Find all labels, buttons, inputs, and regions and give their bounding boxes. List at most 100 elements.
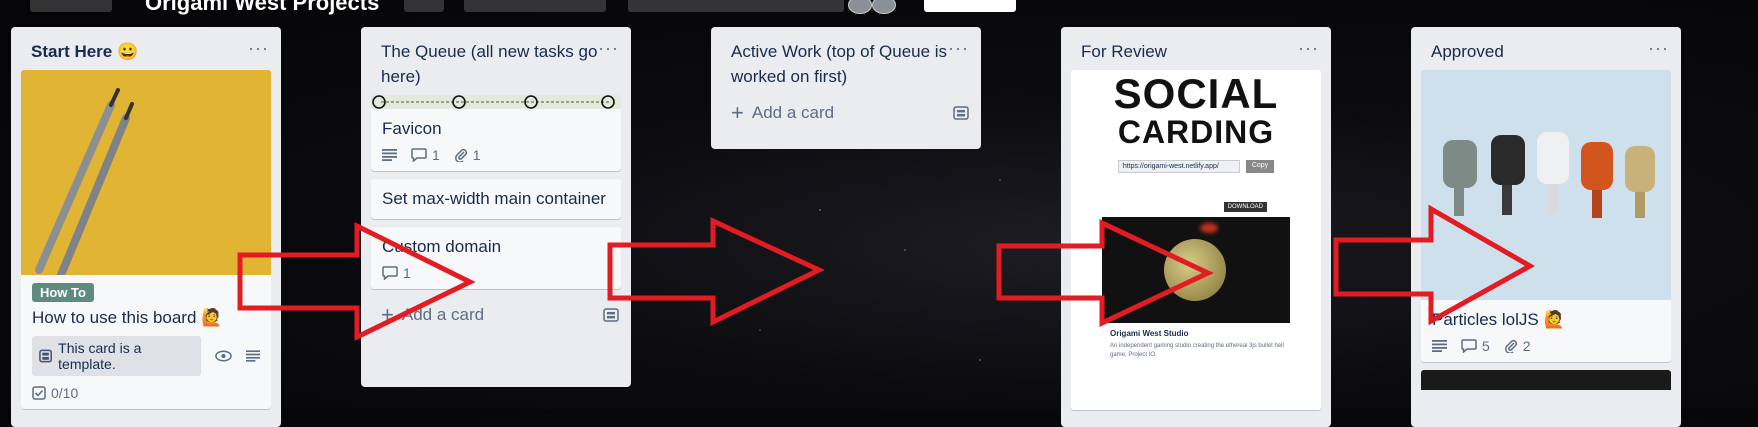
list-header: Start Here 😀 ··· (11, 27, 281, 70)
board-header: Origami West Projects (0, 0, 1758, 16)
card-favicon[interactable]: Favicon 1 1 (371, 95, 621, 171)
gloves-image (1421, 70, 1671, 300)
card-cover-image (21, 70, 271, 275)
attachments-badge: 2 (1504, 338, 1531, 354)
paperclip-icon (454, 148, 467, 162)
description-icon (1432, 340, 1447, 352)
list-title[interactable]: The Queue (all new tasks go here) (381, 39, 598, 89)
create-from-template-icon[interactable] (953, 106, 969, 120)
list-title[interactable]: Active Work (top of Queue is worked on f… (731, 39, 948, 89)
card-title: Particles lolJS 🙋 (1432, 308, 1660, 332)
star-button[interactable] (404, 0, 444, 12)
paperclip-icon (1504, 339, 1517, 353)
preview-download-button: DOWNLOAD (1223, 202, 1267, 212)
raised-hand-emoji: 🙋 (201, 308, 223, 327)
card-max-width[interactable]: Set max-width main container (371, 179, 621, 219)
comments-count: 1 (403, 265, 411, 281)
card-badges: 1 1 (382, 147, 610, 163)
list-for-review: For Review ··· SOCIAL CARDING https://or… (1061, 27, 1331, 427)
member-avatar[interactable] (872, 0, 896, 14)
list-approved: Approved ··· Particles lolJS 🙋 5 2 (1411, 27, 1681, 427)
card-cover-image: SOCIAL CARDING https://origami-west.netl… (1071, 70, 1321, 360)
add-card-label: Add a card (401, 305, 485, 324)
comments-badge: 1 (411, 147, 440, 163)
list-menu-button[interactable]: ··· (598, 39, 619, 57)
card-cover-image (371, 95, 621, 109)
share-button[interactable] (924, 0, 1016, 12)
list-header: Active Work (top of Queue is worked on f… (711, 27, 981, 95)
card-particles[interactable]: Particles lolJS 🙋 5 2 (1421, 70, 1671, 362)
card-next-partial[interactable] (1421, 370, 1671, 390)
card-title: Favicon (382, 119, 442, 138)
card-cover-image (1421, 70, 1671, 300)
card-how-to[interactable]: How To How to use this board 🙋 This card… (21, 70, 271, 409)
list-header: For Review ··· (1061, 27, 1331, 70)
checklist-icon (32, 386, 46, 400)
card-badges: 1 (382, 265, 610, 281)
add-card-button[interactable]: + Add a card (361, 297, 631, 337)
visibility-button[interactable] (628, 0, 844, 12)
add-card-label: Add a card (751, 103, 835, 122)
pencils-image (21, 70, 271, 275)
comments-badge: 1 (382, 265, 411, 281)
list-menu-button[interactable]: ··· (1298, 39, 1319, 57)
checklist-badge: 0/10 (32, 385, 260, 401)
create-from-template-icon[interactable] (603, 308, 619, 322)
list-title[interactable]: For Review (1081, 39, 1167, 64)
description-icon (382, 149, 397, 161)
checklist-count: 0/10 (51, 385, 79, 401)
list-menu-button[interactable]: ··· (1648, 39, 1669, 57)
card-title: Set max-width main container (382, 189, 606, 208)
comments-count: 1 (432, 147, 440, 163)
workspace-button[interactable] (464, 0, 606, 12)
card-title: How to use this board 🙋 (32, 306, 260, 330)
attachments-count: 2 (1522, 338, 1531, 354)
plus-icon: + (731, 100, 744, 125)
card-custom-domain[interactable]: Custom domain 1 (371, 227, 621, 289)
list-start-here: Start Here 😀 ··· How To How to use this … (11, 27, 281, 427)
preview-heading-1: SOCIAL (1113, 70, 1279, 117)
preview-site-desc: An independent gaming studio creating th… (1110, 343, 1284, 358)
boards-button[interactable] (30, 0, 112, 12)
eye-icon (215, 350, 232, 362)
member-avatar[interactable] (848, 0, 872, 14)
list-header: The Queue (all new tasks go here) ··· (361, 27, 631, 95)
comments-badge: 5 (1461, 338, 1490, 354)
card-badges: This card is a template. (32, 336, 260, 376)
list-active-work: Active Work (top of Queue is worked on f… (711, 27, 981, 149)
card-title: Custom domain (382, 237, 502, 256)
red-arrow (607, 217, 825, 327)
comment-icon (411, 148, 427, 162)
description-icon (245, 350, 260, 362)
list-title[interactable]: Start Here 😀 (31, 39, 138, 64)
card-badges: 5 2 (1432, 338, 1660, 354)
template-icon (39, 349, 52, 363)
list-menu-button[interactable]: ··· (948, 39, 969, 57)
raised-hand-emoji: 🙋 (1543, 310, 1565, 329)
attachments-count: 1 (472, 147, 481, 163)
comment-icon (1461, 339, 1477, 353)
preview-copy-button: Copy (1245, 160, 1275, 173)
smile-emoji: 😀 (117, 42, 139, 61)
favicon-screenshot (371, 95, 621, 109)
planet-image (1102, 217, 1290, 323)
card-title-text: How to use this board (32, 308, 197, 327)
comments-count: 5 (1482, 338, 1490, 354)
card-title-text: Particles lolJS (1432, 310, 1539, 329)
template-text: This card is a template. (58, 340, 142, 372)
list-the-queue: The Queue (all new tasks go here) ··· Fa… (361, 27, 631, 387)
preview-heading-2: CARDING (1117, 114, 1275, 150)
plus-icon: + (381, 302, 394, 327)
card-social-carding[interactable]: SOCIAL CARDING https://origami-west.netl… (1071, 70, 1321, 410)
preview-site-name: Origami West Studio (1110, 329, 1189, 338)
comment-icon (382, 266, 398, 280)
list-title[interactable]: Approved (1431, 39, 1504, 64)
board-title[interactable]: Origami West Projects (145, 0, 379, 16)
add-card-button[interactable]: + Add a card (711, 95, 981, 135)
attachments-badge: 1 (454, 147, 481, 163)
list-menu-button[interactable]: ··· (248, 39, 269, 57)
template-badge: This card is a template. (32, 336, 201, 376)
card-label: How To (32, 283, 94, 302)
preview-url-field: https://origami-west.netlify.app/ (1117, 160, 1240, 173)
list-header: Approved ··· (1411, 27, 1681, 70)
